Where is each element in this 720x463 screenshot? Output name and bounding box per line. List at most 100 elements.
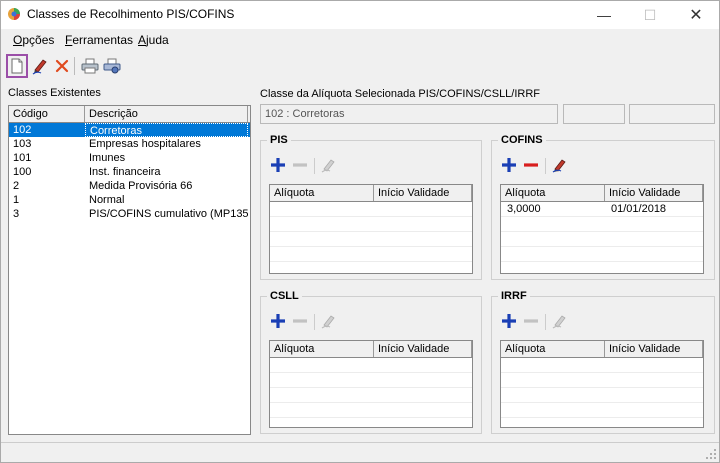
irrf-remove-button[interactable] xyxy=(521,311,541,331)
column-descricao[interactable]: Descrição xyxy=(85,106,248,122)
grid-empty-row xyxy=(270,358,472,373)
column-codigo[interactable]: Código xyxy=(9,106,85,122)
table-row[interactable]: 3 PIS/COFINS cumulativo (MP135) xyxy=(9,207,250,221)
csll-group: CSLL Alíquota Início Validade xyxy=(260,290,482,434)
app-icon xyxy=(8,8,20,20)
pis-title: PIS xyxy=(267,134,291,146)
selected-class-label: Classe da Alíquota Selecionada PIS/COFIN… xyxy=(260,88,541,100)
table-row[interactable]: 2 Medida Provisória 66 xyxy=(9,179,250,193)
close-button[interactable]: ✕ xyxy=(673,1,719,29)
irrf-separator xyxy=(545,314,546,330)
delete-x-icon xyxy=(55,59,69,73)
plus-icon xyxy=(271,158,285,172)
pis-add-button[interactable] xyxy=(268,155,288,175)
menu-bar: Opções Ferramentas Ajuda xyxy=(1,29,719,51)
plus-icon xyxy=(502,158,516,172)
table-row[interactable]: 103 Empresas hospitalares xyxy=(9,137,250,151)
maximize-button[interactable]: ☐ xyxy=(627,1,673,29)
resize-grip-icon[interactable] xyxy=(705,448,717,460)
classes-list[interactable]: Código Descrição 102 Corretoras 103 Empr… xyxy=(8,105,251,435)
edit-pen-icon xyxy=(321,315,335,329)
grid-empty-row xyxy=(270,202,472,217)
column-inicio-validade[interactable]: Início Validade xyxy=(374,185,472,201)
minimize-button[interactable]: — xyxy=(581,1,627,29)
classes-label: Classes Existentes xyxy=(8,87,101,99)
csll-title: CSLL xyxy=(267,290,302,302)
irrf-edit-button[interactable] xyxy=(550,311,570,331)
csll-edit-button[interactable] xyxy=(319,311,339,331)
main-window: Classes de Recolhimento PIS/COFINS — ☐ ✕… xyxy=(0,0,720,463)
selected-extra-field-2 xyxy=(629,104,715,124)
pis-grid-header: Alíquota Início Validade xyxy=(270,185,472,202)
csll-add-button[interactable] xyxy=(268,311,288,331)
grid-empty-row xyxy=(501,388,703,403)
minus-icon xyxy=(293,319,307,323)
close-icon: ✕ xyxy=(689,7,703,24)
csll-remove-button[interactable] xyxy=(290,311,310,331)
column-aliquota[interactable]: Alíquota xyxy=(270,185,374,201)
edit-button[interactable] xyxy=(29,54,51,78)
edit-pen-icon xyxy=(552,315,566,329)
table-row[interactable]: 102 Corretoras xyxy=(9,123,250,137)
table-row[interactable]: 1 Normal xyxy=(9,193,250,207)
grid-empty-row xyxy=(501,373,703,388)
selected-extra-field-1 xyxy=(563,104,625,124)
print-setup-button[interactable] xyxy=(101,54,123,78)
edit-pen-icon xyxy=(32,59,47,75)
delete-button[interactable] xyxy=(51,54,73,78)
edit-pen-icon xyxy=(552,159,566,173)
column-aliquota[interactable]: Alíquota xyxy=(270,341,374,357)
edit-pen-icon xyxy=(321,159,335,173)
status-bar xyxy=(1,442,719,462)
menu-ajuda[interactable]: Ajuda xyxy=(138,33,169,47)
pis-separator xyxy=(314,158,315,174)
grid-empty-row xyxy=(501,247,703,262)
grid-empty-row xyxy=(270,388,472,403)
csll-grid-header: Alíquota Início Validade xyxy=(270,341,472,358)
irrf-group: IRRF Alíquota Início Validade xyxy=(491,290,715,434)
pis-remove-button[interactable] xyxy=(290,155,310,175)
table-row[interactable]: 3,0000 01/01/2018 xyxy=(501,202,703,217)
minus-icon xyxy=(293,163,307,167)
cofins-edit-button[interactable] xyxy=(550,155,570,175)
classes-list-header: Código Descrição xyxy=(9,106,250,123)
grid-empty-row xyxy=(501,217,703,232)
csll-separator xyxy=(314,314,315,330)
cofins-grid[interactable]: Alíquota Início Validade 3,0000 01/01/20… xyxy=(500,184,704,274)
cofins-add-button[interactable] xyxy=(499,155,519,175)
csll-grid[interactable]: Alíquota Início Validade xyxy=(269,340,473,428)
menu-ferramentas[interactable]: Ferramentas xyxy=(65,33,133,47)
grid-empty-row xyxy=(270,217,472,232)
cofins-title: COFINS xyxy=(498,134,546,146)
table-row[interactable]: 101 Imunes xyxy=(9,151,250,165)
plus-icon xyxy=(502,314,516,328)
pis-grid[interactable]: Alíquota Início Validade xyxy=(269,184,473,274)
column-inicio-validade[interactable]: Início Validade xyxy=(374,341,472,357)
irrf-add-button[interactable] xyxy=(499,311,519,331)
column-aliquota[interactable]: Alíquota xyxy=(501,185,605,201)
classes-rows: 102 Corretoras 103 Empresas hospitalares… xyxy=(9,123,250,221)
column-aliquota[interactable]: Alíquota xyxy=(501,341,605,357)
toolbar-separator xyxy=(74,57,75,75)
minus-icon xyxy=(524,163,538,167)
print-icon xyxy=(81,58,99,74)
new-button[interactable] xyxy=(6,54,28,78)
maximize-icon: ☐ xyxy=(643,6,657,23)
column-inicio-validade[interactable]: Início Validade xyxy=(605,341,703,357)
column-inicio-validade[interactable]: Início Validade xyxy=(605,185,703,201)
title-bar: Classes de Recolhimento PIS/COFINS — ☐ ✕ xyxy=(1,1,719,29)
grid-empty-row xyxy=(501,403,703,418)
irrf-grid-header: Alíquota Início Validade xyxy=(501,341,703,358)
print-button[interactable] xyxy=(79,54,101,78)
table-row[interactable]: 100 Inst. financeira xyxy=(9,165,250,179)
grid-empty-row xyxy=(270,403,472,418)
menu-opcoes[interactable]: Opções xyxy=(13,33,54,47)
pis-edit-button[interactable] xyxy=(319,155,339,175)
cofins-group: COFINS Alíquota Início Validade 3,0000 0… xyxy=(491,134,715,280)
irrf-grid[interactable]: Alíquota Início Validade xyxy=(500,340,704,428)
window-title: Classes de Recolhimento PIS/COFINS xyxy=(27,7,235,21)
grid-empty-row xyxy=(501,358,703,373)
cofins-remove-button[interactable] xyxy=(521,155,541,175)
grid-empty-row xyxy=(270,232,472,247)
irrf-title: IRRF xyxy=(498,290,530,302)
